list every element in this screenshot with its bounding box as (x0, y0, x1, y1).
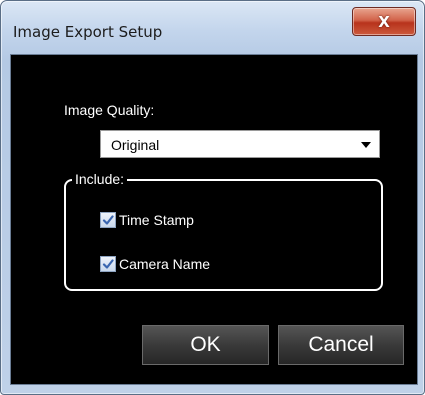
close-icon: X (378, 12, 390, 31)
time-stamp-option[interactable]: Time Stamp (100, 212, 194, 228)
time-stamp-label: Time Stamp (119, 212, 194, 228)
dialog-window: Image Export Setup X Image Quality: Orig… (0, 0, 425, 395)
close-button[interactable]: X (352, 7, 416, 36)
checkmark-icon (102, 215, 114, 225)
window-title: Image Export Setup (13, 23, 163, 41)
image-quality-select[interactable]: Original (100, 130, 380, 158)
camera-name-checkbox[interactable] (100, 256, 116, 272)
camera-name-label: Camera Name (119, 256, 211, 272)
ok-button[interactable]: OK (142, 325, 269, 365)
include-group: Include: Time Stamp Camera Name (64, 171, 383, 291)
include-legend: Include: (72, 171, 128, 187)
image-quality-value: Original (111, 137, 160, 153)
checkmark-icon (102, 259, 114, 269)
dialog-content: Image Quality: Original Include: Time St… (10, 54, 418, 385)
time-stamp-checkbox[interactable] (100, 212, 116, 228)
camera-name-option[interactable]: Camera Name (100, 256, 210, 272)
cancel-button[interactable]: Cancel (278, 325, 404, 365)
chevron-down-icon[interactable] (361, 142, 371, 148)
image-quality-label: Image Quality: (64, 102, 155, 118)
